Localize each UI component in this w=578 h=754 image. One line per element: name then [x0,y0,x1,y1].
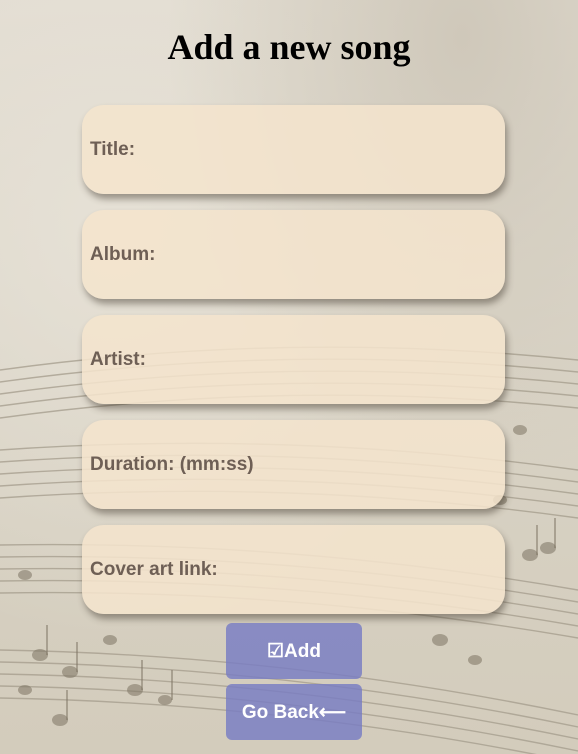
cover-art-link-field[interactable]: Cover art link: [82,525,505,614]
album-field[interactable]: Album: [82,210,505,299]
page-title: Add a new song [167,27,411,67]
duration-input[interactable] [82,420,505,509]
artist-field[interactable]: Artist: [82,315,505,404]
add-button[interactable]: ☑Add [226,623,362,679]
artist-input[interactable] [82,315,505,404]
go-back-button[interactable]: Go Back⟵ [226,684,362,740]
cover-art-link-input[interactable] [82,525,505,614]
album-input[interactable] [82,210,505,299]
title-field[interactable]: Title: [82,105,505,194]
duration-field[interactable]: Duration: (mm:ss) [82,420,505,509]
title-input[interactable] [82,105,505,194]
